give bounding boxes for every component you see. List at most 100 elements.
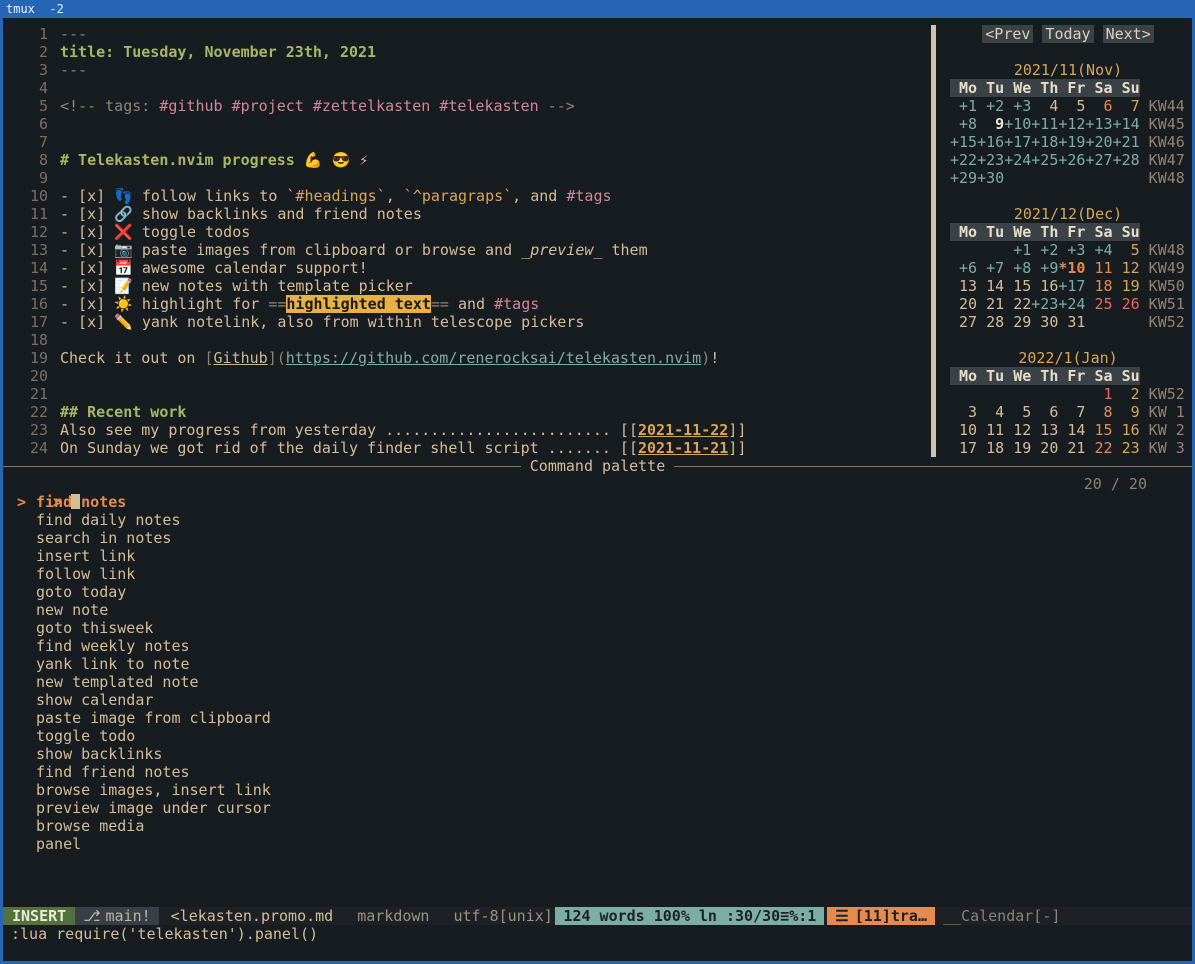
palette-item[interactable]: >find notes [3, 493, 1192, 511]
editor-window[interactable]: 1---2title: Tuesday, November 23th, 2021… [3, 25, 944, 457]
calendar-day[interactable] [1031, 169, 1058, 187]
palette-item[interactable]: browse media [3, 817, 1192, 835]
calendar-day[interactable]: 13 [1031, 421, 1058, 439]
calendar-day[interactable] [977, 241, 1004, 259]
calendar-day[interactable]: +11 [1031, 115, 1058, 133]
calendar-day[interactable]: 10 [950, 421, 977, 439]
calendar-day[interactable]: 11 [1085, 259, 1112, 277]
palette-item[interactable]: show calendar [3, 691, 1192, 709]
editor-line[interactable]: 18 [3, 331, 944, 349]
calendar-day[interactable]: 7 [1113, 97, 1140, 115]
calendar-day[interactable]: +20 [1085, 133, 1112, 151]
calendar-day[interactable]: +21 [1113, 133, 1140, 151]
calendar-day[interactable]: +17 [1004, 133, 1031, 151]
calendar-day[interactable]: +27 [1085, 151, 1112, 169]
calendar-day[interactable]: 30 [1031, 313, 1058, 331]
calendar-day[interactable]: 31 [1058, 313, 1085, 331]
calendar-day[interactable]: 6 [1085, 97, 1112, 115]
calendar-day[interactable]: +22 [950, 151, 977, 169]
calendar-day[interactable]: 15 [1004, 277, 1031, 295]
editor-line[interactable]: 8# Telekasten.nvim progress 💪 😎 ⚡ [3, 151, 944, 169]
calendar-day[interactable]: 5 [1058, 97, 1085, 115]
calendar-day[interactable]: 14 [1058, 421, 1085, 439]
calendar-day[interactable]: +24 [1058, 295, 1085, 313]
calendar-day[interactable] [1004, 169, 1031, 187]
palette-item[interactable]: new templated note [3, 673, 1192, 691]
calendar-day[interactable] [1031, 385, 1058, 403]
calendar-nav-button[interactable]: <Prev [982, 25, 1033, 43]
editor-line[interactable]: 2title: Tuesday, November 23th, 2021 [3, 43, 944, 61]
editor-line[interactable]: 4 [3, 79, 944, 97]
calendar-day[interactable] [1058, 169, 1085, 187]
palette-item[interactable]: show backlinks [3, 745, 1192, 763]
calendar-day[interactable] [1085, 169, 1112, 187]
palette-item[interactable]: insert link [3, 547, 1192, 565]
calendar-day[interactable]: +12 [1058, 115, 1085, 133]
calendar-day[interactable] [1113, 169, 1140, 187]
palette-item[interactable]: follow link [3, 565, 1192, 583]
calendar-day[interactable]: 12 [1004, 421, 1031, 439]
palette-item[interactable]: toggle todo [3, 727, 1192, 745]
calendar-day[interactable]: +25 [1031, 151, 1058, 169]
calendar-day[interactable]: 22 [1004, 295, 1031, 313]
editor-line[interactable]: 15- [x] 📝 new notes with template picker [3, 277, 944, 295]
calendar-day[interactable]: 22 [1085, 439, 1112, 457]
calendar-day[interactable]: 12 [1113, 259, 1140, 277]
editor-line[interactable]: 20 [3, 367, 944, 385]
calendar-day[interactable]: 3 [950, 403, 977, 421]
calendar-day[interactable]: +3 [1004, 97, 1031, 115]
calendar-day[interactable]: 6 [1031, 403, 1058, 421]
calendar-day[interactable]: +23 [1031, 295, 1058, 313]
editor-line[interactable]: 16- [x] ☀️ highlight for ==highlighted t… [3, 295, 944, 313]
palette-item[interactable]: goto today [3, 583, 1192, 601]
calendar-day[interactable]: 16 [1031, 277, 1058, 295]
editor-line[interactable]: 7 [3, 133, 944, 151]
calendar-day[interactable]: 2 [1113, 385, 1140, 403]
calendar-day[interactable]: 4 [977, 403, 1004, 421]
calendar-day[interactable]: +16 [977, 133, 1004, 151]
editor-line[interactable]: 3--- [3, 61, 944, 79]
editor-line[interactable]: 22## Recent work [3, 403, 944, 421]
calendar-day[interactable]: *10 [1058, 259, 1085, 277]
calendar-day[interactable]: 8 [1085, 403, 1112, 421]
editor-line[interactable]: 14- [x] 📅 awesome calendar support! [3, 259, 944, 277]
calendar-day[interactable] [950, 385, 977, 403]
calendar-day[interactable]: +18 [1031, 133, 1058, 151]
calendar-day[interactable]: +8 [1004, 259, 1031, 277]
calendar-day[interactable]: +14 [1113, 115, 1140, 133]
palette-item[interactable]: find daily notes [3, 511, 1192, 529]
calendar-day[interactable] [1085, 313, 1112, 331]
calendar-day[interactable]: 9 [1113, 403, 1140, 421]
calendar-day[interactable]: +10 [1004, 115, 1031, 133]
calendar-day[interactable]: 7 [1058, 403, 1085, 421]
editor-line[interactable]: 10- [x] 👣 follow links to `#headings`, `… [3, 187, 944, 205]
calendar-day[interactable]: 15 [1085, 421, 1112, 439]
calendar-day[interactable]: +26 [1058, 151, 1085, 169]
palette-item[interactable]: new note [3, 601, 1192, 619]
calendar-day[interactable]: +1 [1004, 241, 1031, 259]
calendar-day[interactable]: 16 [1113, 421, 1140, 439]
calendar-day[interactable]: 23 [1113, 439, 1140, 457]
calendar-day[interactable]: 18 [1085, 277, 1112, 295]
calendar-day[interactable]: +6 [950, 259, 977, 277]
calendar-day[interactable] [950, 241, 977, 259]
calendar-day[interactable]: +1 [950, 97, 977, 115]
calendar-day[interactable]: 14 [977, 277, 1004, 295]
calendar-day[interactable]: 25 [1085, 295, 1112, 313]
editor-line[interactable]: 9 [3, 169, 944, 187]
palette-item[interactable]: find friend notes [3, 763, 1192, 781]
calendar-day[interactable] [977, 385, 1004, 403]
calendar-day[interactable]: 17 [950, 439, 977, 457]
editor-line[interactable]: 12- [x] ❌ toggle todos [3, 223, 944, 241]
calendar-day[interactable]: 9 [977, 115, 1004, 133]
calendar-day[interactable]: +2 [977, 97, 1004, 115]
calendar-day[interactable]: +13 [1085, 115, 1112, 133]
calendar-day[interactable]: 19 [1113, 277, 1140, 295]
calendar-day[interactable]: 13 [950, 277, 977, 295]
calendar-day[interactable]: +15 [950, 133, 977, 151]
editor-line[interactable]: 24On Sunday we got rid of the daily find… [3, 439, 944, 457]
palette-prompt[interactable]: > 20 / 20 [3, 475, 1192, 493]
palette-item[interactable]: paste image from clipboard [3, 709, 1192, 727]
calendar-day[interactable]: +19 [1058, 133, 1085, 151]
calendar-day[interactable]: +28 [1113, 151, 1140, 169]
